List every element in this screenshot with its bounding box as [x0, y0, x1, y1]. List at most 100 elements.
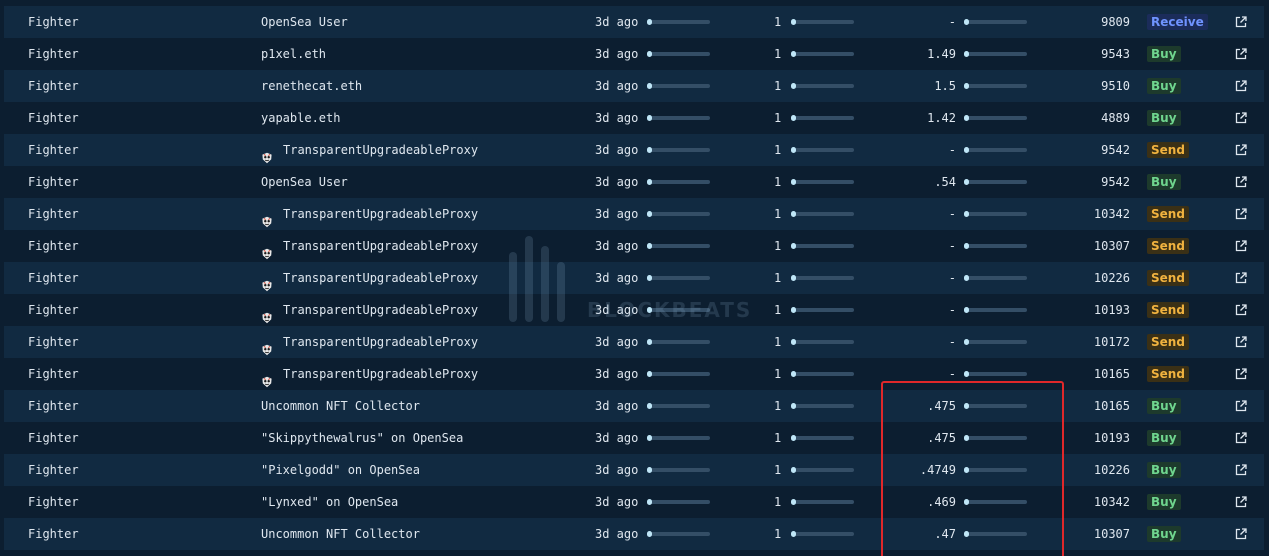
- from-name[interactable]: TransparentUpgradeableProxy: [261, 134, 478, 166]
- external-link-button[interactable]: [1235, 6, 1251, 38]
- token-id: 10165: [1093, 399, 1130, 413]
- external-link-button[interactable]: [1235, 358, 1251, 390]
- from-name[interactable]: p1xel.eth: [261, 38, 326, 70]
- action-badge-cell: Buy: [1147, 70, 1181, 102]
- price-bar: [964, 19, 1027, 25]
- time-bar-dot: [647, 19, 652, 25]
- external-link-button[interactable]: [1235, 198, 1251, 230]
- proxy-contract-icon: [261, 208, 273, 228]
- table-row[interactable]: Fighter TransparentUpgradeableProxy 3d a…: [4, 358, 1264, 390]
- action-badge-cell: Buy: [1147, 102, 1181, 134]
- price-bar-dot: [964, 51, 969, 57]
- external-link-button[interactable]: [1235, 294, 1251, 326]
- from-name[interactable]: yapable.eth: [261, 102, 340, 134]
- quantity: 1: [774, 527, 782, 541]
- time-ago: 3d ago: [595, 143, 639, 157]
- external-link-button[interactable]: [1235, 262, 1251, 294]
- from-name[interactable]: TransparentUpgradeableProxy: [261, 262, 478, 294]
- external-link-button[interactable]: [1235, 230, 1251, 262]
- table-row[interactable]: Fighter "Lynxed" on OpenSea 3d ago 1 .46…: [4, 486, 1264, 518]
- quantity-bar-dot: [791, 275, 796, 281]
- time-ago: 3d ago: [595, 175, 639, 189]
- quantity-bar-dot: [791, 307, 796, 313]
- from-name[interactable]: TransparentUpgradeableProxy: [261, 230, 478, 262]
- event-type: Fighter: [28, 111, 79, 125]
- price: .54: [934, 175, 956, 189]
- external-link-button[interactable]: [1235, 38, 1251, 70]
- table-row[interactable]: Fighter TransparentUpgradeableProxy 3d a…: [4, 294, 1264, 326]
- external-link-button[interactable]: [1235, 422, 1251, 454]
- quantity-bar-dot: [791, 83, 796, 89]
- event-type: Fighter: [28, 527, 79, 541]
- event-type: Fighter: [28, 271, 79, 285]
- from-name[interactable]: "Skippythewalrus" on OpenSea: [261, 422, 463, 454]
- time-ago: 3d ago: [595, 79, 639, 93]
- table-row[interactable]: Fighter yapable.eth 3d ago 1 1.42 4889 B…: [4, 102, 1264, 134]
- external-link-button[interactable]: [1235, 518, 1251, 550]
- quantity-bar-dot: [791, 371, 796, 377]
- quantity-bar: [791, 467, 854, 473]
- external-link-icon: [1235, 48, 1247, 60]
- external-link-button[interactable]: [1235, 166, 1251, 198]
- table-row[interactable]: Fighter "Pixelgodd" on OpenSea 3d ago 1 …: [4, 454, 1264, 486]
- from-name[interactable]: TransparentUpgradeableProxy: [261, 326, 478, 358]
- action-badge-cell: Buy: [1147, 390, 1181, 422]
- table-row[interactable]: Fighter TransparentUpgradeableProxy 3d a…: [4, 230, 1264, 262]
- price: -: [948, 303, 956, 317]
- event-type: Fighter: [28, 239, 79, 253]
- action-badge: Send: [1147, 142, 1189, 158]
- quantity-bar-dot: [791, 147, 796, 153]
- time-ago: 3d ago: [595, 495, 639, 509]
- time-bar-dot: [647, 179, 652, 185]
- external-link-icon: [1235, 176, 1247, 188]
- time-bar: [647, 307, 710, 313]
- external-link-button[interactable]: [1235, 134, 1251, 166]
- from-name[interactable]: Uncommon NFT Collector: [261, 518, 420, 550]
- table-row[interactable]: Fighter renethecat.eth 3d ago 1 1.5 9510…: [4, 70, 1264, 102]
- quantity-bar-dot: [791, 115, 796, 121]
- price-bar: [964, 467, 1027, 473]
- price: .475: [927, 399, 956, 413]
- table-row[interactable]: Fighter TransparentUpgradeableProxy 3d a…: [4, 198, 1264, 230]
- from-name[interactable]: "Lynxed" on OpenSea: [261, 486, 398, 518]
- event-type: Fighter: [28, 143, 79, 157]
- from-name[interactable]: OpenSea User: [261, 6, 348, 38]
- price-bar: [964, 115, 1027, 121]
- proxy-contract-icon: [261, 144, 273, 164]
- from-name-label: Uncommon NFT Collector: [261, 527, 420, 541]
- from-name[interactable]: TransparentUpgradeableProxy: [261, 358, 478, 390]
- from-name[interactable]: TransparentUpgradeableProxy: [261, 294, 478, 326]
- table-row[interactable]: Fighter TransparentUpgradeableProxy 3d a…: [4, 134, 1264, 166]
- from-name-label: OpenSea User: [261, 15, 348, 29]
- from-name-label: yapable.eth: [261, 111, 341, 125]
- quantity-bar-dot: [791, 499, 796, 505]
- time-bar-dot: [647, 115, 652, 121]
- quantity: 1: [774, 143, 782, 157]
- table-row[interactable]: Fighter Uncommon NFT Collector 3d ago 1 …: [4, 518, 1264, 550]
- time-bar: [647, 19, 710, 25]
- external-link-button[interactable]: [1235, 390, 1251, 422]
- table-row[interactable]: Fighter OpenSea User 3d ago 1 - 9809 Rec…: [4, 6, 1264, 38]
- time-bar-dot: [647, 467, 652, 473]
- from-name[interactable]: OpenSea User: [261, 166, 348, 198]
- time-ago: 3d ago: [595, 271, 639, 285]
- external-link-button[interactable]: [1235, 486, 1251, 518]
- from-name[interactable]: "Pixelgodd" on OpenSea: [261, 454, 420, 486]
- table-row[interactable]: Fighter TransparentUpgradeableProxy 3d a…: [4, 262, 1264, 294]
- from-name[interactable]: Uncommon NFT Collector: [261, 390, 420, 422]
- table-row[interactable]: Fighter TransparentUpgradeableProxy 3d a…: [4, 326, 1264, 358]
- table-row[interactable]: Fighter p1xel.eth 3d ago 1 1.49 9543 Buy: [4, 38, 1264, 70]
- external-link-button[interactable]: [1235, 102, 1251, 134]
- price-bar: [964, 147, 1027, 153]
- external-link-button[interactable]: [1235, 454, 1251, 486]
- from-name[interactable]: TransparentUpgradeableProxy: [261, 198, 478, 230]
- from-name-label: Uncommon NFT Collector: [261, 399, 420, 413]
- from-name[interactable]: renethecat.eth: [261, 70, 362, 102]
- price: -: [948, 15, 956, 29]
- time-bar-dot: [647, 275, 652, 281]
- table-row[interactable]: Fighter Uncommon NFT Collector 3d ago 1 …: [4, 390, 1264, 422]
- table-row[interactable]: Fighter "Skippythewalrus" on OpenSea 3d …: [4, 422, 1264, 454]
- external-link-button[interactable]: [1235, 70, 1251, 102]
- table-row[interactable]: Fighter OpenSea User 3d ago 1 .54 9542 B…: [4, 166, 1264, 198]
- external-link-button[interactable]: [1235, 326, 1251, 358]
